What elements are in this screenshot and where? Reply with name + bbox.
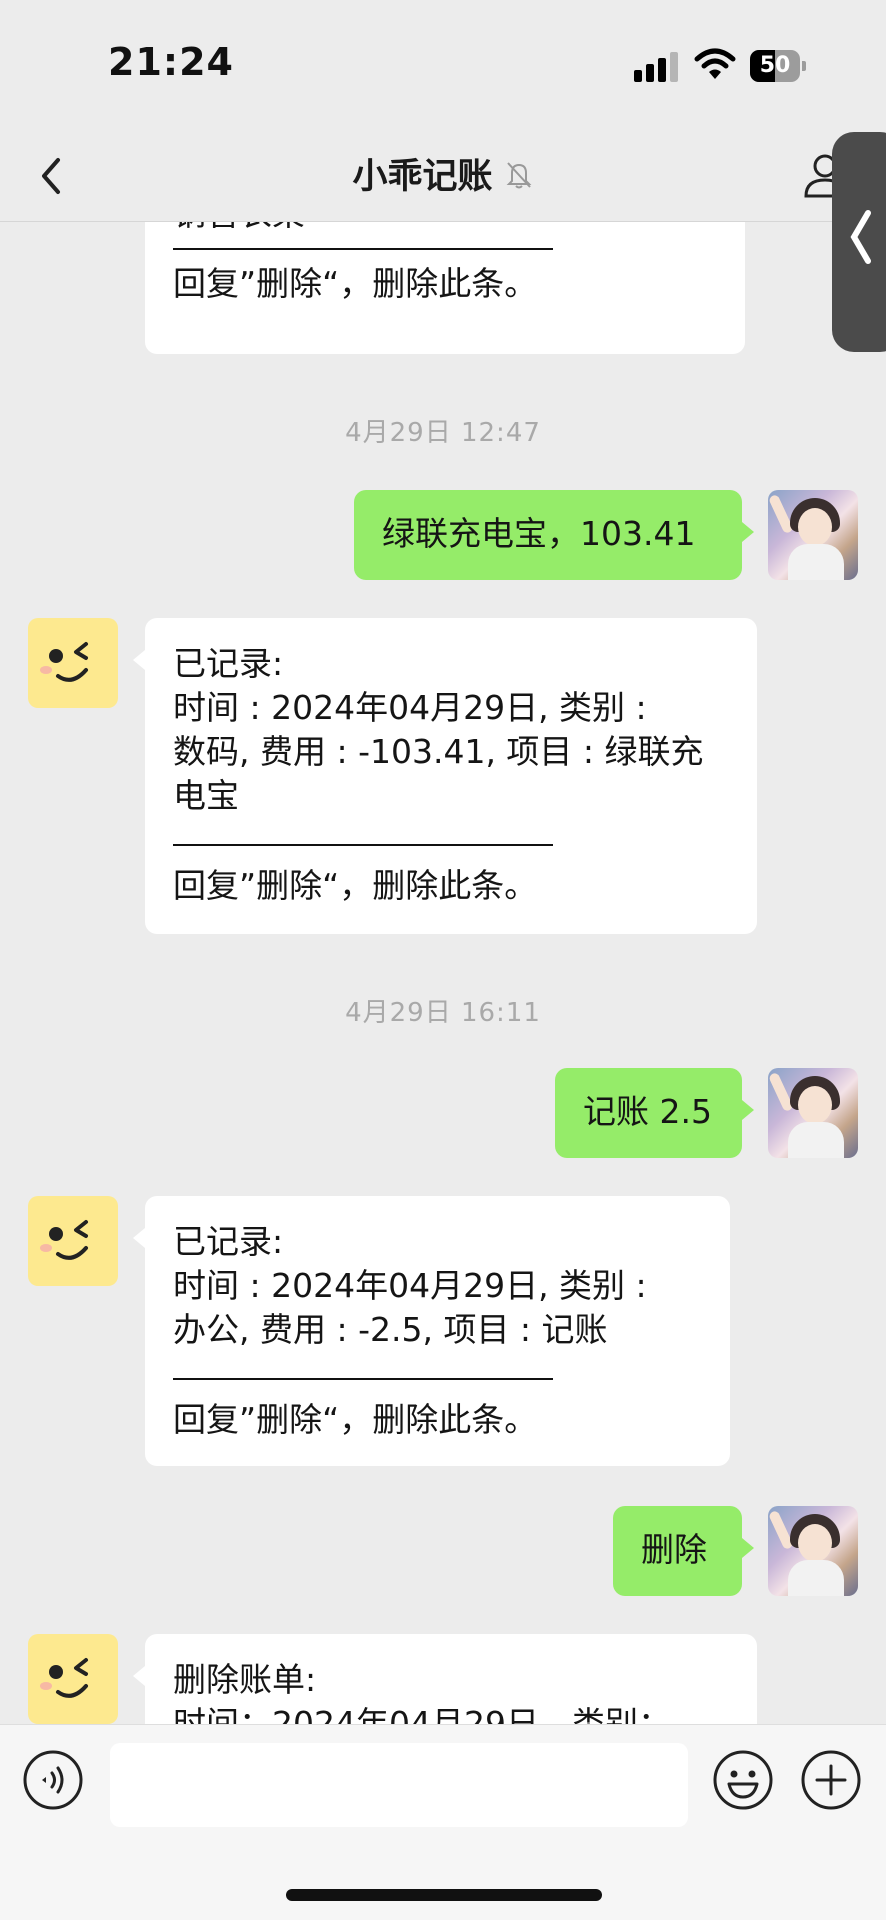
- message-line: 办公, 费用 : -2.5, 项目 : 记账: [173, 1310, 608, 1349]
- battery-level: 50: [759, 53, 791, 78]
- message-timestamp: 4月29日 12:47: [345, 418, 541, 448]
- sent-message-bubble[interactable]: 绿联充电宝，103.41: [354, 490, 754, 580]
- input-bar: [0, 1724, 886, 1920]
- bot-avatar[interactable]: [28, 618, 118, 708]
- delete-hint: 回复”删除“，删除此条。: [173, 866, 538, 905]
- message-bubble[interactable]: 删除账单: 时间：2024年04月29日，类别：: [133, 1634, 757, 1724]
- sent-message-bubble[interactable]: 记账 2.5: [555, 1068, 754, 1158]
- wink-face-icon: [40, 1658, 88, 1698]
- delete-hint: 回复”删除“，删除此条。: [173, 264, 538, 303]
- status-time: 21:24: [108, 40, 234, 84]
- user-avatar[interactable]: [768, 1506, 858, 1596]
- battery-icon: 50: [750, 50, 806, 82]
- message-separator: [173, 248, 553, 250]
- message-list[interactable]: 钢管衣架 回复”删除“，删除此条。 4月29日 12:47 绿联充电宝，103.…: [0, 222, 886, 1724]
- message-text: 记账 2.5: [583, 1092, 712, 1131]
- message-separator: [173, 1378, 553, 1380]
- message-line: 钢管衣架: [173, 222, 717, 236]
- bot-avatar[interactable]: [28, 1196, 118, 1286]
- message-bubble[interactable]: 钢管衣架 回复”删除“，删除此条。: [145, 222, 745, 354]
- message-line: 时间：2024年04月29日，类别：: [173, 1704, 671, 1724]
- message-line: 时间 : 2024年04月29日, 类别 :: [173, 688, 647, 727]
- message-timestamp: 4月29日 16:11: [345, 998, 541, 1028]
- home-indicator: [286, 1889, 602, 1901]
- message-separator: [173, 844, 553, 846]
- bot-avatar[interactable]: [28, 1634, 118, 1724]
- message-line: 数码, 费用 : -103.41, 项目 : 绿联充: [173, 732, 704, 771]
- cellular-signal-icon: [634, 52, 680, 82]
- wink-face-icon: [40, 642, 88, 682]
- emoji-icon[interactable]: [712, 1749, 774, 1811]
- plus-icon[interactable]: [800, 1749, 862, 1811]
- chat-header: 小乖记账: [0, 130, 886, 222]
- message-text: 绿联充电宝，103.41: [382, 514, 696, 553]
- message-text: 删除: [641, 1530, 707, 1569]
- chat-title-wrap: 小乖记账: [0, 148, 886, 199]
- message-input[interactable]: [110, 1743, 688, 1827]
- delete-hint: 回复”删除“，删除此条。: [173, 1400, 538, 1439]
- status-bar: 21:24 50: [0, 0, 886, 130]
- message-line: 时间 : 2024年04月29日, 类别 :: [173, 1266, 647, 1305]
- message-bubble[interactable]: 已记录: 时间 : 2024年04月29日, 类别 : 数码, 费用 : -10…: [133, 618, 757, 934]
- wink-face-icon: [40, 1220, 88, 1260]
- chat-title[interactable]: 小乖记账: [352, 157, 492, 197]
- user-avatar[interactable]: [768, 490, 858, 580]
- sent-message-bubble[interactable]: 删除: [613, 1506, 754, 1596]
- mute-icon: [506, 161, 531, 188]
- message-line: 删除账单:: [173, 1660, 317, 1699]
- message-line: 已记录:: [173, 1222, 284, 1261]
- message-line: 电宝: [173, 776, 239, 815]
- wifi-icon: [694, 48, 736, 79]
- message-line: 已记录:: [173, 644, 284, 683]
- voice-icon[interactable]: [22, 1749, 84, 1811]
- user-avatar[interactable]: [768, 1068, 858, 1158]
- message-bubble[interactable]: 已记录: 时间 : 2024年04月29日, 类别 : 办公, 费用 : -2.…: [133, 1196, 730, 1466]
